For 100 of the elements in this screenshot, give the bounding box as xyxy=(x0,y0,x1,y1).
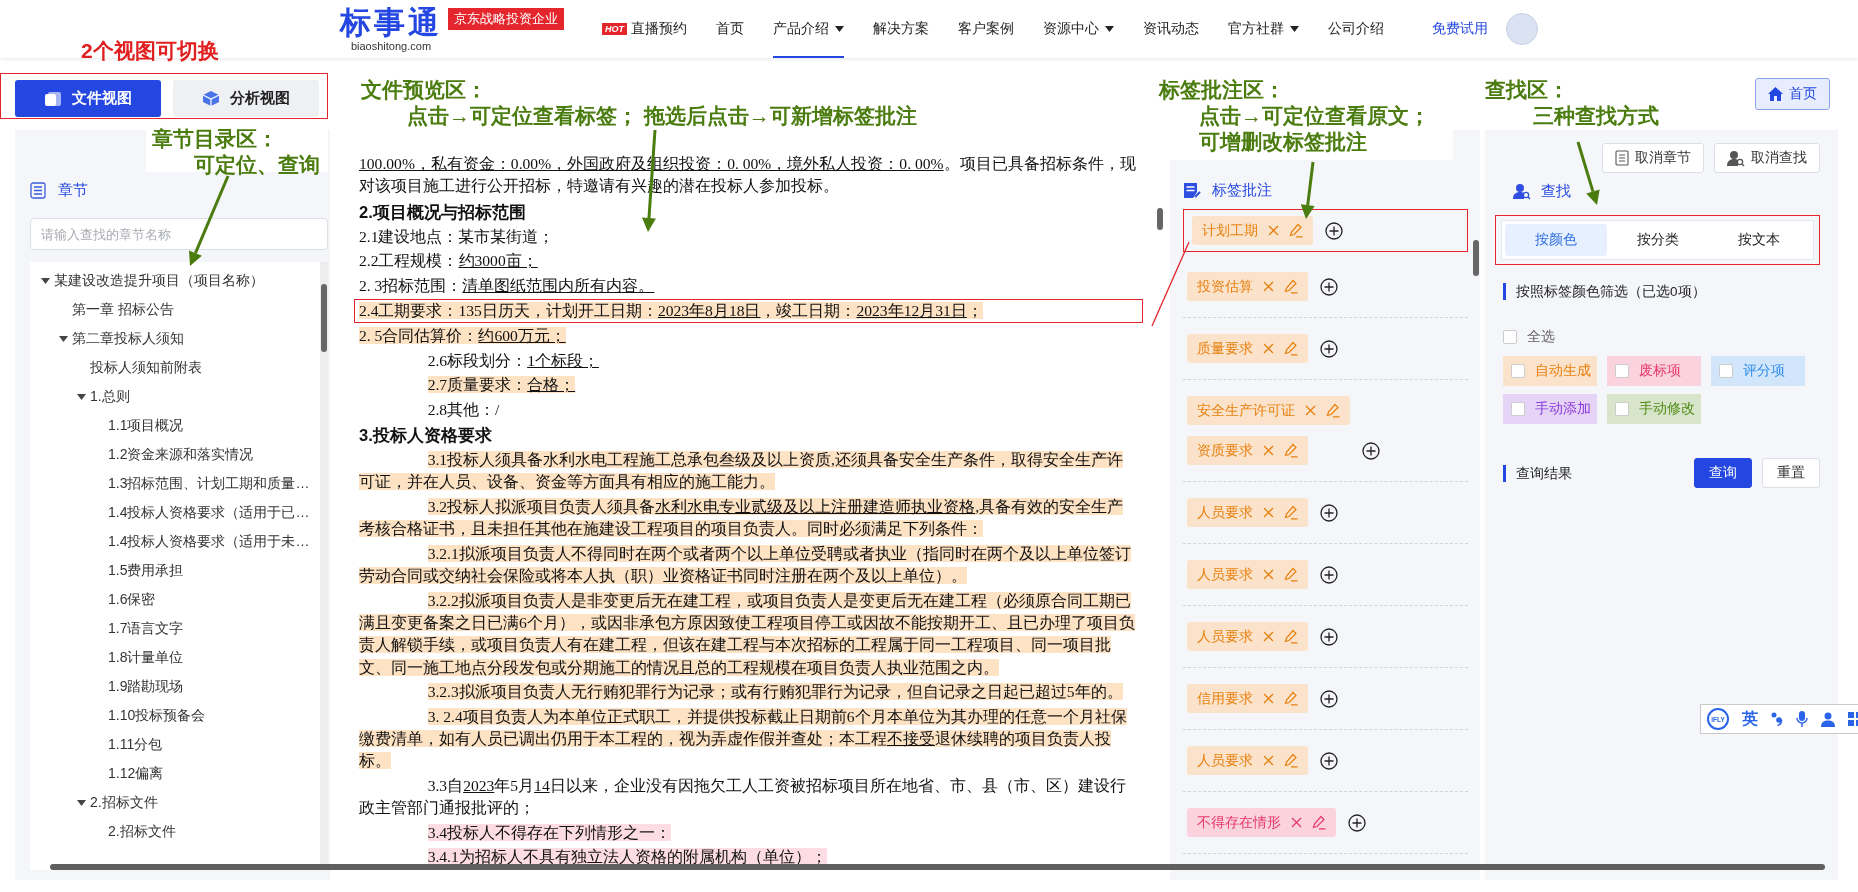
pencil-icon[interactable] xyxy=(1312,815,1326,830)
add-circle-icon[interactable] xyxy=(1320,277,1338,296)
filter-tab[interactable]: 按分类 xyxy=(1606,224,1709,256)
chapter-item[interactable]: 1.1项目概况 xyxy=(108,416,184,435)
checkbox[interactable] xyxy=(1511,402,1525,416)
search-field[interactable]: 请输入查找的章节名称 xyxy=(30,218,328,250)
chapter-item[interactable]: 1.2资金来源和落实情况 xyxy=(108,445,254,464)
chapter-item[interactable]: 2.招标文件 xyxy=(90,793,158,812)
nav-link[interactable]: 解决方案 xyxy=(873,0,929,58)
toolbar-button[interactable]: 取消章节 xyxy=(1602,143,1704,173)
chapter-item[interactable]: 1.3招标范围、计划工期和质量… xyxy=(108,474,310,493)
panel-title: 标签批注 xyxy=(1212,180,1272,200)
close-icon[interactable] xyxy=(1268,225,1279,236)
checkbox[interactable] xyxy=(1719,364,1733,378)
chapter-item[interactable]: 1.11分包 xyxy=(108,735,163,754)
filter-tab[interactable]: 按颜色 xyxy=(1505,224,1607,256)
nav-link[interactable]: 首页 xyxy=(716,0,744,58)
chapter-item[interactable]: 投标人须知前附表 xyxy=(90,358,202,377)
language-toggle[interactable]: 英 xyxy=(1742,708,1758,730)
pencil-icon[interactable] xyxy=(1284,691,1298,706)
chapter-item[interactable]: 1.8计量单位 xyxy=(108,648,184,667)
add-circle-icon[interactable] xyxy=(1320,689,1338,708)
caret-icon[interactable] xyxy=(40,277,50,284)
scrollbar-thumb[interactable] xyxy=(1157,208,1163,230)
avatar[interactable] xyxy=(1506,13,1538,45)
add-circle-icon[interactable] xyxy=(1320,339,1338,358)
toolbar-button[interactable]: 取消查找 xyxy=(1714,143,1820,173)
caret-icon[interactable] xyxy=(76,799,86,806)
close-icon[interactable] xyxy=(1291,817,1302,828)
pencil-icon[interactable] xyxy=(1326,403,1340,418)
view-tab[interactable]: 分析视图 xyxy=(173,80,319,117)
close-icon[interactable] xyxy=(1263,445,1274,456)
chapter-item[interactable]: 1.12偏离 xyxy=(108,764,164,783)
add-circle-icon[interactable] xyxy=(1325,221,1343,240)
chapter-item[interactable]: 1.5费用承担 xyxy=(108,561,184,580)
chapter-item[interactable]: 1.总则 xyxy=(90,387,130,406)
reset-button[interactable]: 重置 xyxy=(1762,458,1820,488)
add-circle-icon[interactable] xyxy=(1348,813,1366,832)
close-icon[interactable] xyxy=(1263,281,1274,292)
close-icon[interactable] xyxy=(1263,569,1274,580)
add-circle-icon[interactable] xyxy=(1320,627,1338,646)
chapter-item[interactable]: 第一章 招标公告 xyxy=(72,300,174,319)
close-icon[interactable] xyxy=(1263,631,1274,642)
close-icon[interactable] xyxy=(1305,405,1316,416)
chapter-item[interactable]: 1.10投标预备会 xyxy=(108,706,206,725)
chapter-item[interactable]: 第二章投标人须知 xyxy=(72,329,184,348)
add-circle-icon[interactable] xyxy=(1320,503,1338,522)
chapter-item[interactable]: 1.6保密 xyxy=(108,590,156,609)
scrollbar-thumb[interactable] xyxy=(50,864,1825,870)
person-icon[interactable] xyxy=(1821,711,1835,727)
checkbox-label: 全选 xyxy=(1527,328,1555,346)
close-icon[interactable] xyxy=(1263,507,1274,518)
query-button[interactable]: 查询 xyxy=(1694,458,1752,488)
chapter-item[interactable]: 某建设改造提升项目（项目名称） xyxy=(54,271,264,290)
close-icon[interactable] xyxy=(1263,343,1274,354)
free-trial-link[interactable]: 免费试用 xyxy=(1432,20,1488,38)
chapter-item[interactable]: 2.招标文件 xyxy=(108,822,176,841)
paragraph: 3.1投标人须具备水利水电工程施工总承包叁级及以上资质,还须具备安全生产条件，取得安全生产许可证，并在人员、设备、资金等方面具有相应的施工能力。 xyxy=(358,450,1125,493)
nav-link[interactable]: 产品介绍 xyxy=(773,0,844,58)
pencil-icon[interactable] xyxy=(1284,567,1298,582)
pencil-icon[interactable] xyxy=(1284,753,1298,768)
grid-icon[interactable] xyxy=(1848,712,1858,726)
color-filter-option[interactable]: 手动添加 xyxy=(1503,394,1597,424)
close-icon[interactable] xyxy=(1263,755,1274,766)
nav-link[interactable]: HOT 直播预约 xyxy=(602,0,687,58)
punctuation-icon[interactable] xyxy=(1771,712,1783,726)
pencil-icon[interactable] xyxy=(1284,629,1298,644)
paragraph: 2.2工程规模：约3000亩； xyxy=(358,251,539,272)
chapter-item[interactable]: 1.4投标人资格要求（适用于未… xyxy=(108,532,310,551)
checkbox[interactable] xyxy=(1615,364,1629,378)
chapter-item[interactable]: 1.9踏勘现场 xyxy=(108,677,184,696)
nav-link[interactable]: 资源中心 xyxy=(1043,0,1114,58)
view-tab[interactable]: 文件视图 xyxy=(15,80,161,117)
nav-link[interactable]: 客户案例 xyxy=(958,0,1014,58)
filter-tab[interactable]: 按文本 xyxy=(1708,224,1810,256)
caret-icon[interactable] xyxy=(76,393,86,400)
paragraph: 2.1建设地点：某市某街道； xyxy=(358,226,556,247)
nav-link[interactable]: 官方社群 xyxy=(1228,0,1299,58)
pencil-icon[interactable] xyxy=(1284,443,1298,458)
scrollbar-thumb[interactable] xyxy=(1473,240,1479,276)
nav-link[interactable]: 资讯动态 xyxy=(1143,0,1199,58)
checkbox[interactable] xyxy=(1503,330,1517,344)
pencil-icon[interactable] xyxy=(1284,341,1298,356)
chapter-item[interactable]: 1.4投标人资格要求（适用于已… xyxy=(108,503,310,522)
add-circle-icon[interactable] xyxy=(1320,751,1338,770)
caret-icon[interactable] xyxy=(58,335,68,342)
pencil-icon[interactable] xyxy=(1284,505,1298,520)
nav-link[interactable]: 公司介绍 xyxy=(1328,0,1384,58)
close-icon[interactable] xyxy=(1263,693,1274,704)
checkbox[interactable] xyxy=(1511,364,1525,378)
checkbox[interactable] xyxy=(1615,402,1629,416)
microphone-icon[interactable] xyxy=(1796,711,1808,727)
scrollbar-thumb[interactable] xyxy=(321,284,327,352)
paragraph: 3.4投标人不得存在下列情形之一： xyxy=(426,822,673,843)
home-button[interactable]: 首页 xyxy=(1755,78,1830,110)
add-circle-icon[interactable] xyxy=(1362,441,1380,460)
pencil-icon[interactable] xyxy=(1289,223,1303,238)
chapter-item[interactable]: 1.7语言文字 xyxy=(108,619,184,638)
add-circle-icon[interactable] xyxy=(1320,565,1338,584)
pencil-icon[interactable] xyxy=(1284,279,1298,294)
